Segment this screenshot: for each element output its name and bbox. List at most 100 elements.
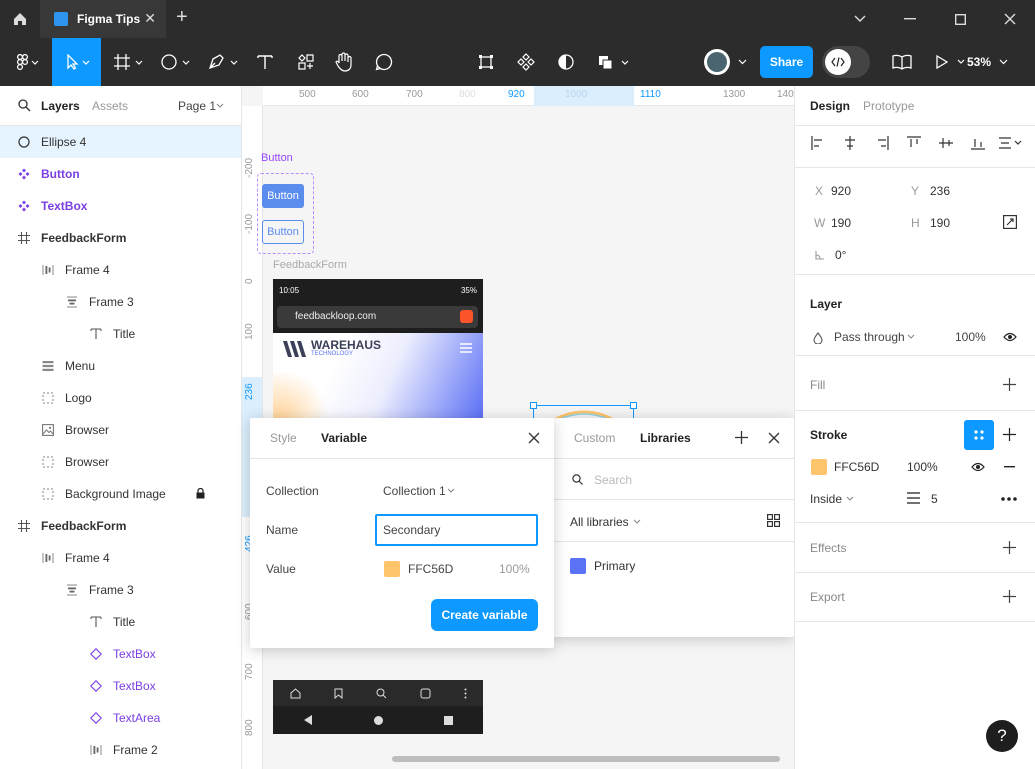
frame-tool-button[interactable] — [110, 38, 148, 86]
eye-icon[interactable] — [971, 462, 985, 472]
layer-row[interactable]: Background Image — [0, 478, 241, 510]
layer-row[interactable]: FeedbackForm — [0, 510, 241, 542]
mask-icon[interactable] — [554, 38, 578, 86]
layer-row[interactable]: Title — [0, 318, 241, 350]
rotation-input[interactable]: 0° — [835, 248, 846, 262]
library-item[interactable]: Primary — [553, 542, 794, 592]
add-fill-icon[interactable] — [1003, 378, 1016, 391]
w-input[interactable]: 190 — [831, 216, 851, 230]
stroke-position-dropdown[interactable]: Inside — [810, 492, 842, 506]
layer-row[interactable]: TextBox — [0, 638, 241, 670]
text-tool-button[interactable] — [252, 38, 278, 86]
layer-row[interactable]: Menu — [0, 350, 241, 382]
layer-row[interactable]: Frame 4 — [0, 254, 241, 286]
close-icon[interactable] — [528, 432, 540, 444]
blend-mode-dropdown[interactable]: Pass through — [834, 330, 905, 344]
collection-dropdown[interactable]: Collection 1 — [383, 484, 446, 498]
grid-view-icon[interactable] — [767, 514, 780, 527]
color-swatch[interactable] — [384, 561, 400, 577]
comment-tool-button[interactable] — [370, 38, 398, 86]
layer-row[interactable]: Frame 3 — [0, 286, 241, 318]
value-opacity[interactable]: 100% — [499, 562, 530, 576]
multiplayer-avatar[interactable] — [702, 38, 752, 86]
layer-row[interactable]: TextBox — [0, 190, 241, 222]
variable-name-input[interactable]: Secondary — [375, 514, 538, 546]
layer-opacity-input[interactable]: 100% — [955, 330, 986, 344]
file-tab[interactable]: Figma Tips ✕ — [40, 0, 166, 38]
page-selector[interactable]: Page 1 — [178, 99, 216, 113]
tab-design[interactable]: Design — [810, 99, 850, 113]
align-bottom-icon[interactable] — [971, 136, 985, 150]
shape-tool-button[interactable] — [158, 38, 196, 86]
tab-custom[interactable]: Custom — [574, 431, 615, 445]
align-top-icon[interactable] — [907, 136, 921, 150]
horizontal-scrollbar[interactable] — [392, 756, 780, 762]
layer-row[interactable]: Browser — [0, 414, 241, 446]
align-center-horizontal-icon[interactable] — [843, 136, 857, 150]
constrain-proportions-icon[interactable] — [1003, 215, 1017, 229]
help-button[interactable]: ? — [986, 720, 1018, 752]
create-variable-button[interactable]: Create variable — [431, 599, 538, 631]
button-component-set[interactable]: Button Button — [257, 173, 314, 254]
align-center-vertical-icon[interactable] — [939, 136, 953, 150]
distribute-icon[interactable] — [999, 136, 1023, 150]
layer-row[interactable]: Ellipse 4 — [0, 126, 241, 158]
layer-row[interactable]: Logo — [0, 382, 241, 414]
add-effect-icon[interactable] — [1003, 541, 1016, 554]
layer-row[interactable]: Frame 2 — [0, 734, 241, 766]
align-right-icon[interactable] — [875, 136, 889, 150]
lock-icon[interactable] — [196, 488, 205, 499]
tab-assets[interactable]: Assets — [92, 99, 128, 113]
add-icon[interactable] — [735, 431, 748, 444]
zoom-dropdown[interactable]: 53% — [967, 38, 1011, 86]
layer-row[interactable]: TextBox — [0, 670, 241, 702]
layer-row[interactable]: Frame 4 — [0, 542, 241, 574]
button-variant-primary[interactable]: Button — [262, 184, 304, 208]
tab-layers[interactable]: Layers — [41, 99, 80, 113]
remove-stroke-icon[interactable] — [1004, 466, 1015, 468]
tab-variable[interactable]: Variable — [321, 431, 367, 445]
close-window-icon[interactable] — [985, 0, 1035, 38]
resources-tool-button[interactable] — [292, 38, 320, 86]
more-options-icon[interactable] — [1001, 497, 1017, 501]
tab-libraries[interactable]: Libraries — [640, 431, 691, 445]
stroke-weight-input[interactable]: 5 — [931, 492, 938, 506]
tab-style[interactable]: Style — [270, 431, 297, 445]
layer-row[interactable]: FeedbackForm — [0, 222, 241, 254]
boolean-union-icon[interactable] — [594, 38, 634, 86]
pen-tool-button[interactable] — [205, 38, 243, 86]
present-button[interactable] — [930, 38, 970, 86]
h-input[interactable]: 190 — [930, 216, 950, 230]
hand-tool-button[interactable] — [330, 38, 358, 86]
layer-row[interactable]: Browser — [0, 446, 241, 478]
color-swatch[interactable] — [811, 459, 827, 475]
libraries-search-input[interactable]: Search — [594, 473, 632, 487]
move-tool-button[interactable] — [52, 38, 101, 86]
resize-handle[interactable] — [630, 402, 637, 409]
value-hex[interactable]: FFC56D — [408, 562, 453, 576]
button-variant-secondary[interactable]: Button — [262, 220, 304, 244]
dev-mode-toggle[interactable] — [822, 46, 870, 78]
apply-variable-button[interactable] — [964, 420, 994, 450]
y-input[interactable]: 236 — [930, 184, 950, 198]
share-button[interactable]: Share — [760, 46, 813, 78]
libraries-filter-dropdown[interactable]: All libraries — [570, 515, 629, 529]
stroke-hex[interactable]: FFC56D — [834, 460, 879, 474]
chevron-down-icon[interactable] — [835, 0, 885, 38]
home-icon[interactable] — [0, 0, 40, 38]
maximize-icon[interactable] — [935, 0, 985, 38]
create-component-icon[interactable] — [514, 38, 538, 86]
new-tab-button[interactable]: + — [176, 6, 188, 29]
layer-row[interactable]: Title — [0, 606, 241, 638]
layer-row[interactable]: Frame 3 — [0, 574, 241, 606]
align-left-icon[interactable] — [811, 136, 825, 150]
feedbackform-frame[interactable]: 10:05 35% feedbackloop.com WAREHAUS TECH… — [273, 279, 483, 419]
add-stroke-icon[interactable] — [1003, 428, 1016, 441]
layer-row[interactable]: TextArea — [0, 702, 241, 734]
search-icon[interactable] — [18, 99, 31, 112]
resize-handle[interactable] — [530, 402, 537, 409]
library-book-icon[interactable] — [888, 38, 916, 86]
main-menu-button[interactable] — [8, 38, 48, 86]
crop-frame-icon[interactable] — [474, 38, 498, 86]
add-export-icon[interactable] — [1003, 590, 1016, 603]
